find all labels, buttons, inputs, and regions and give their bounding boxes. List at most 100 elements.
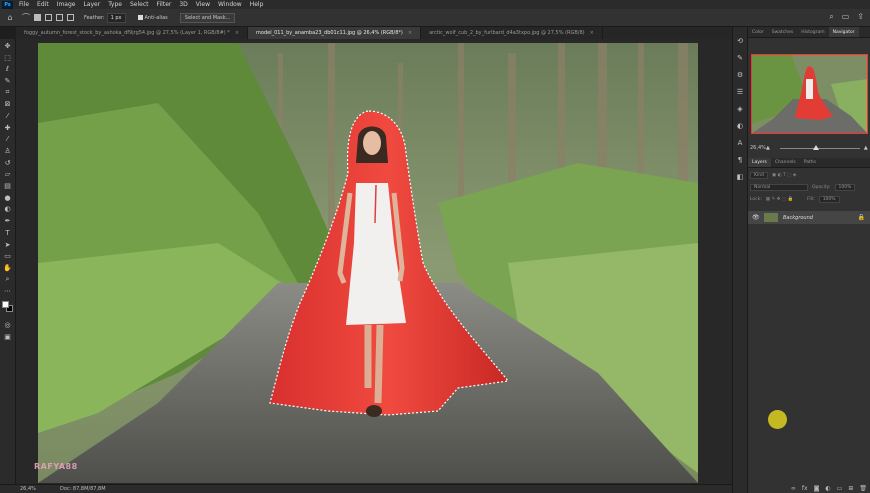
quick-mask-icon[interactable]: ◎ [2, 319, 14, 331]
zoom-out-icon[interactable]: ▲ [766, 145, 770, 151]
add-mask-icon[interactable]: ◙ [814, 485, 820, 492]
status-zoom[interactable]: 26,4% [20, 486, 50, 492]
tab-channels[interactable]: Channels [771, 158, 800, 167]
libraries-icon[interactable]: ◧ [734, 171, 746, 183]
antialias-checkbox[interactable] [137, 15, 143, 20]
visibility-eye-icon[interactable]: 👁 [752, 214, 762, 221]
adjustments-icon[interactable]: ⚙ [734, 69, 746, 81]
zoom-in-icon[interactable]: ▲ [864, 145, 868, 151]
tab-paths[interactable]: Paths [800, 158, 820, 167]
lasso-tool-preset-icon[interactable]: ⌒ [20, 12, 32, 24]
close-icon[interactable]: × [590, 30, 594, 36]
menu-file[interactable]: File [15, 1, 33, 8]
menu-3d[interactable]: 3D [175, 1, 191, 8]
zoom-slider[interactable] [779, 144, 860, 150]
dodge-icon[interactable]: ◐ [2, 204, 14, 216]
zoom-slider-thumb[interactable] [812, 144, 819, 150]
group-icon[interactable]: ▭ [837, 485, 843, 492]
new-layer-icon[interactable]: ⊞ [848, 485, 853, 492]
crop-icon[interactable]: ⌗ [2, 87, 14, 99]
eraser-icon[interactable]: ▱ [2, 169, 14, 181]
menu-window[interactable]: Window [214, 1, 246, 8]
type-icon[interactable]: T [2, 227, 14, 239]
trash-icon[interactable]: 🗑 [859, 485, 867, 492]
screen-mode-icon[interactable]: ▣ [2, 331, 14, 343]
frame-icon[interactable]: ⊠ [2, 98, 14, 110]
eyedropper-icon[interactable]: ⁄ [2, 110, 14, 122]
blend-row: Normal Opacity: 100% [750, 184, 856, 191]
marquee-icon[interactable]: ⬚ [2, 52, 14, 64]
share-icon[interactable]: ⇪ [857, 12, 864, 22]
navigator-zoom-value[interactable]: 26,4% [750, 145, 766, 151]
zoom-icon[interactable]: ⌕ [2, 274, 14, 286]
menu-help[interactable]: Help [246, 1, 268, 8]
lasso-icon[interactable]: ℓ [2, 63, 14, 75]
menu-filter[interactable]: Filter [153, 1, 176, 8]
hand-icon[interactable]: ✋ [2, 262, 14, 274]
fill-input[interactable]: 100% [818, 196, 840, 203]
path-select-icon[interactable]: ➤ [2, 239, 14, 251]
stamp-icon[interactable]: ♙ [2, 145, 14, 157]
move-icon[interactable]: ✥ [2, 40, 14, 52]
tab-label: foggy_autumn_forest_stock_by_ashoka_df9j… [24, 30, 230, 36]
layer-row-background[interactable]: 👁 Background 🔒 [748, 211, 870, 224]
navigator-thumbnail[interactable] [751, 54, 868, 134]
tab-histogram[interactable]: Histogram [797, 27, 828, 37]
adjustment-layer-icon[interactable]: ◐ [825, 485, 830, 492]
filter-icons[interactable]: ▣ ◐ T ⬚ ◈ [772, 173, 796, 178]
feather-input[interactable]: 1 px [106, 12, 126, 23]
menu-layer[interactable]: Layer [79, 1, 104, 8]
close-icon[interactable]: × [235, 30, 239, 36]
properties-icon[interactable]: ☰ [734, 86, 746, 98]
tab-navigator[interactable]: Navigator [828, 27, 859, 37]
tab-layers[interactable]: Layers [748, 158, 771, 167]
blend-mode-select[interactable]: Normal [750, 184, 808, 191]
tab-swatches[interactable]: Swatches [768, 27, 798, 37]
add-selection-icon[interactable] [45, 14, 52, 21]
subtract-selection-icon[interactable] [56, 14, 63, 21]
gradient-icon[interactable]: ▤ [2, 180, 14, 192]
menu-image[interactable]: Image [53, 1, 80, 8]
pen-icon[interactable]: ✒ [2, 215, 14, 227]
opacity-input[interactable]: 100% [834, 184, 856, 191]
menu-edit[interactable]: Edit [33, 1, 53, 8]
search-icon[interactable]: ⌕ [829, 12, 833, 22]
link-icon[interactable]: ∞ [791, 485, 796, 492]
shape-icon[interactable]: ▭ [2, 250, 14, 262]
lock-icons[interactable]: ▦ ✎ ✥ ⬚ 🔒 [766, 197, 793, 202]
document-image[interactable] [38, 43, 698, 483]
history-brush-icon[interactable]: ↺ [2, 157, 14, 169]
tab-doc-3[interactable]: arctic_wolf_cub_2_by_furlbard_d4a3txpo.j… [421, 27, 603, 39]
color-swatches[interactable] [1, 301, 14, 313]
new-selection-icon[interactable] [34, 14, 41, 21]
healing-icon[interactable]: ✚ [2, 122, 14, 134]
intersect-selection-icon[interactable] [67, 14, 74, 21]
fx-icon[interactable]: fx [802, 485, 808, 492]
menu-type[interactable]: Type [104, 1, 126, 8]
paths-icon[interactable]: ◈ [734, 103, 746, 115]
menu-select[interactable]: Select [126, 1, 153, 8]
select-and-mask-button[interactable]: Select and Mask... [179, 12, 236, 23]
menu-view[interactable]: View [192, 1, 214, 8]
brush-settings-icon[interactable]: ✎ [734, 52, 746, 64]
brush-icon[interactable]: ⁄ [2, 134, 14, 146]
layer-name[interactable]: Background [783, 215, 813, 221]
close-icon[interactable]: × [408, 30, 412, 36]
character-icon[interactable]: A [734, 137, 746, 149]
filter-kind-select[interactable]: Kind [750, 172, 768, 179]
tab-label: model_011_by_anamba23_db01c11.jpg @ 26,4… [256, 30, 403, 36]
tab-doc-1[interactable]: foggy_autumn_forest_stock_by_ashoka_df9j… [16, 27, 249, 39]
history-icon[interactable]: ⟲ [734, 35, 746, 47]
more-icon[interactable]: ⋯ [2, 285, 14, 297]
paragraph-icon[interactable]: ¶ [734, 154, 746, 166]
tab-doc-2[interactable]: model_011_by_anamba23_db01c11.jpg @ 26,4… [248, 27, 422, 39]
workspace-icon[interactable]: ▭ [842, 12, 850, 22]
styles-icon[interactable]: ◐ [734, 120, 746, 132]
home-icon[interactable]: ⌂ [4, 12, 16, 24]
foreground-color-swatch[interactable] [1, 301, 9, 309]
tab-color[interactable]: Color [748, 27, 768, 37]
canvas-area[interactable]: RAFYA88 [16, 39, 732, 484]
blur-icon[interactable]: ● [2, 192, 14, 204]
quick-select-icon[interactable]: ✎ [2, 75, 14, 87]
navigator-view-frame[interactable] [751, 54, 868, 134]
